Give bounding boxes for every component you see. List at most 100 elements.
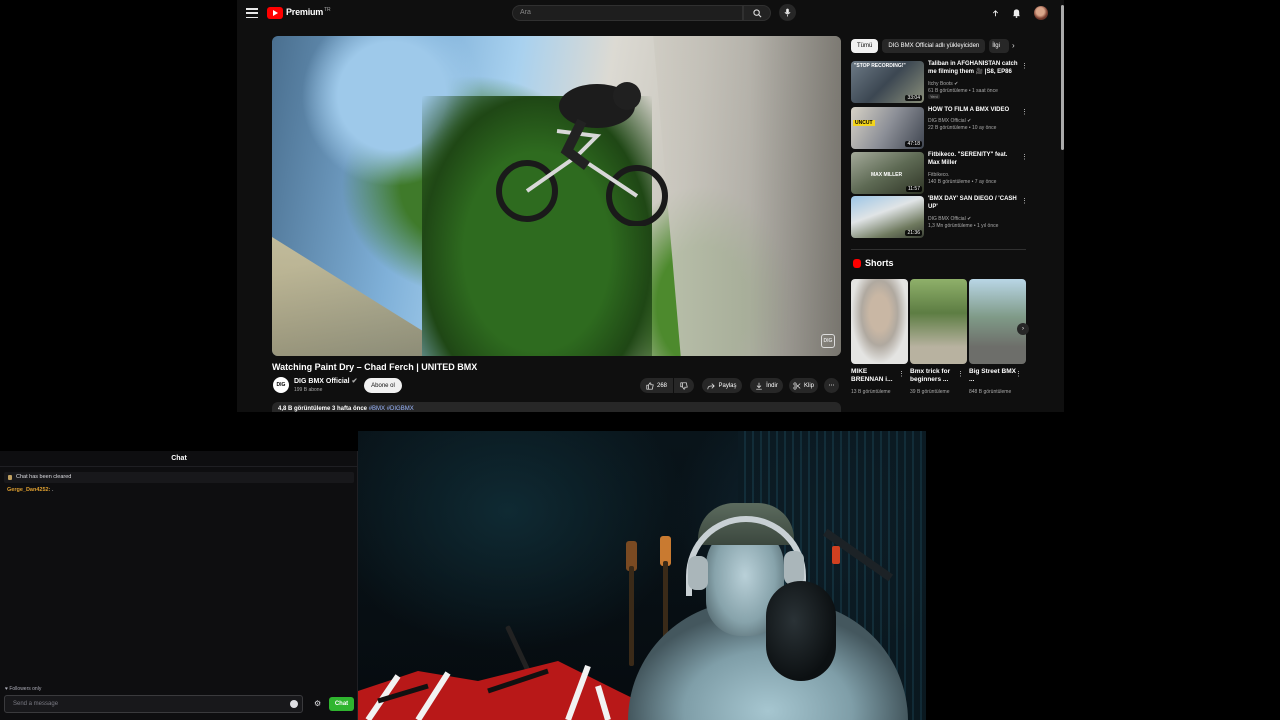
short-title[interactable]: Big Street BMX ...	[969, 368, 1017, 384]
menu-icon[interactable]	[246, 8, 258, 18]
channel-avatar[interactable]: DIG	[273, 377, 289, 393]
section-divider	[851, 249, 1026, 250]
youtube-logo-icon[interactable]	[267, 7, 283, 19]
chat-message: Gerge_Dan4252: .	[7, 487, 53, 493]
search-icon	[752, 8, 761, 17]
account-avatar[interactable]	[1034, 6, 1048, 20]
chip-related[interactable]: İlgi	[989, 39, 1010, 53]
short-thumbnail[interactable]	[910, 279, 967, 364]
video-meta: 22 B görüntüleme • 10 ay önce	[928, 125, 997, 131]
thumbs-up-icon	[646, 381, 654, 390]
video-frame-rider	[496, 82, 668, 226]
short-views: 39 B görüntüleme	[910, 389, 950, 395]
recommended-video[interactable]: MAX MILLER 11:57 Fitbikeco. "SERENITY" f…	[851, 152, 1028, 194]
youtube-brand[interactable]: PremiumTR	[286, 7, 331, 17]
chevron-right-icon[interactable]: ›	[1012, 41, 1015, 50]
subscriber-count: 199 B abone	[294, 387, 323, 393]
short-title[interactable]: Bmx trick for beginners ...	[910, 368, 958, 384]
video-thumbnail[interactable]: "STOP RECORDING!" 33:04	[851, 61, 924, 103]
bell-icon	[1012, 9, 1020, 18]
video-frame-ground	[272, 237, 422, 356]
clip-button[interactable]: Klip	[789, 378, 818, 393]
more-vert-icon[interactable]: ⋮	[1021, 108, 1028, 116]
video-title: 'BMX DAY' SAN DIEGO / 'CASH UP'	[928, 196, 1017, 210]
more-icon: ⋯	[828, 383, 835, 389]
microphone-icon	[784, 8, 791, 17]
more-vert-icon[interactable]: ⋮	[957, 370, 964, 378]
shorts-icon	[853, 259, 861, 268]
channel-name[interactable]: DIG BMX Official ✔	[294, 377, 357, 385]
like-button[interactable]: 268	[640, 378, 673, 393]
short-thumbnail[interactable]	[969, 279, 1026, 364]
video-thumbnail[interactable]: MAX MILLER 11:57	[851, 152, 924, 194]
video-duration: 21:36	[905, 230, 922, 236]
chat-cleared-notice: Chat has been cleared	[4, 472, 354, 483]
video-title: HOW TO FILM A BMX VIDEO	[928, 107, 1010, 113]
shorts-next-button[interactable]: ›	[1017, 323, 1029, 335]
youtube-window: PremiumTR Ara DIG Watching Paint Dry – C…	[237, 0, 1064, 412]
subscribe-button[interactable]: Abone ol	[364, 378, 402, 393]
scissors-icon	[793, 381, 801, 390]
recommended-video[interactable]: "STOP RECORDING!" 33:04 Taliban in AFGHA…	[851, 61, 1028, 103]
more-vert-icon[interactable]: ⋮	[1021, 197, 1028, 205]
share-button[interactable]: Paylaş	[702, 378, 742, 393]
chip-all[interactable]: Tümü	[851, 39, 879, 53]
channel-name[interactable]: Fitbikeco.	[928, 172, 949, 179]
video-meta: 1,3 Mn görüntüleme • 1 yıl önce	[928, 223, 999, 229]
emote-picker-icon[interactable]	[290, 700, 298, 708]
recommended-video[interactable]: 21:36 'BMX DAY' SAN DIEGO / 'CASH UP' DI…	[851, 196, 1028, 238]
youtube-header: PremiumTR Ara	[237, 0, 1064, 28]
video-thumbnail[interactable]: UNCUT 47:18	[851, 107, 924, 149]
chevron-right-icon: ›	[1022, 326, 1024, 332]
webcam-feed	[358, 431, 926, 720]
short-title[interactable]: MIKE BRENNAN i...	[851, 368, 899, 384]
download-button[interactable]: İndir	[750, 378, 783, 393]
video-meta: 140 B görüntüleme • 7 ay önce	[928, 179, 997, 185]
video-title: Watching Paint Dry – Chad Ferch | UNITED…	[272, 362, 478, 372]
recommended-video[interactable]: UNCUT 47:18 HOW TO FILM A BMX VIDEO DIG …	[851, 107, 1028, 149]
video-description[interactable]: 4,8 B görüntüleme 3 hafta önce #BMX #DIG…	[272, 402, 841, 412]
dislike-button[interactable]	[674, 378, 694, 393]
stream-chat-panel: Chat Chat has been cleared Gerge_Dan4252…	[0, 451, 358, 720]
search-button[interactable]	[743, 5, 771, 21]
voice-search-button[interactable]	[779, 4, 796, 21]
video-title: Fitbikeco. "SERENITY" feat. Max Miller	[928, 152, 1008, 166]
channel-name[interactable]: DIG BMX Official ✔	[928, 118, 971, 125]
video-player[interactable]: DIG	[272, 36, 841, 356]
upload-icon	[992, 9, 998, 16]
more-vert-icon[interactable]: ⋮	[1021, 62, 1028, 70]
channel-name[interactable]: Itchy Boots ✔	[928, 81, 958, 88]
channel-name[interactable]: DIG BMX Official ✔	[928, 216, 971, 223]
webcam-headphone-cup	[784, 551, 804, 585]
search-input[interactable]: Ara	[512, 5, 743, 21]
heart-icon: ♥	[5, 686, 8, 692]
download-icon	[756, 382, 762, 390]
chat-username[interactable]: Gerge_Dan4252:	[7, 487, 50, 493]
chat-text: .	[51, 487, 54, 493]
chat-message-input[interactable]: Send a message	[4, 695, 303, 713]
page-scrollbar[interactable]	[1061, 5, 1064, 150]
webcam-headphone-cup	[688, 556, 708, 590]
thumbs-down-icon	[680, 381, 688, 390]
verified-icon: ✔	[351, 378, 358, 385]
chat-send-button[interactable]: Chat	[329, 697, 354, 711]
more-vert-icon[interactable]: ⋮	[898, 370, 905, 378]
notifications-button[interactable]	[1009, 6, 1023, 20]
chat-title: Chat	[0, 451, 358, 467]
upload-button[interactable]	[988, 6, 1002, 20]
short-thumbnail[interactable]	[851, 279, 908, 364]
new-badge: Yeni	[928, 94, 940, 99]
chip-from-uploader[interactable]: DIG BMX Official adlı yükleyiciden	[882, 39, 986, 53]
shorts-heading: Shorts	[865, 258, 894, 268]
more-vert-icon[interactable]: ⋮	[1021, 153, 1028, 161]
more-actions-button[interactable]: ⋯	[824, 378, 839, 393]
video-duration: 33:04	[905, 95, 922, 101]
gear-icon[interactable]: ⚙	[314, 699, 321, 708]
trash-icon	[8, 475, 12, 480]
share-icon	[707, 382, 716, 389]
hashtags[interactable]: #BMX #DIGBMX	[369, 406, 414, 412]
video-thumbnail[interactable]: 21:36	[851, 196, 924, 238]
channel-watermark: DIG	[821, 334, 835, 348]
more-vert-icon[interactable]: ⋮	[1015, 370, 1022, 378]
webcam-microphone	[766, 581, 836, 681]
